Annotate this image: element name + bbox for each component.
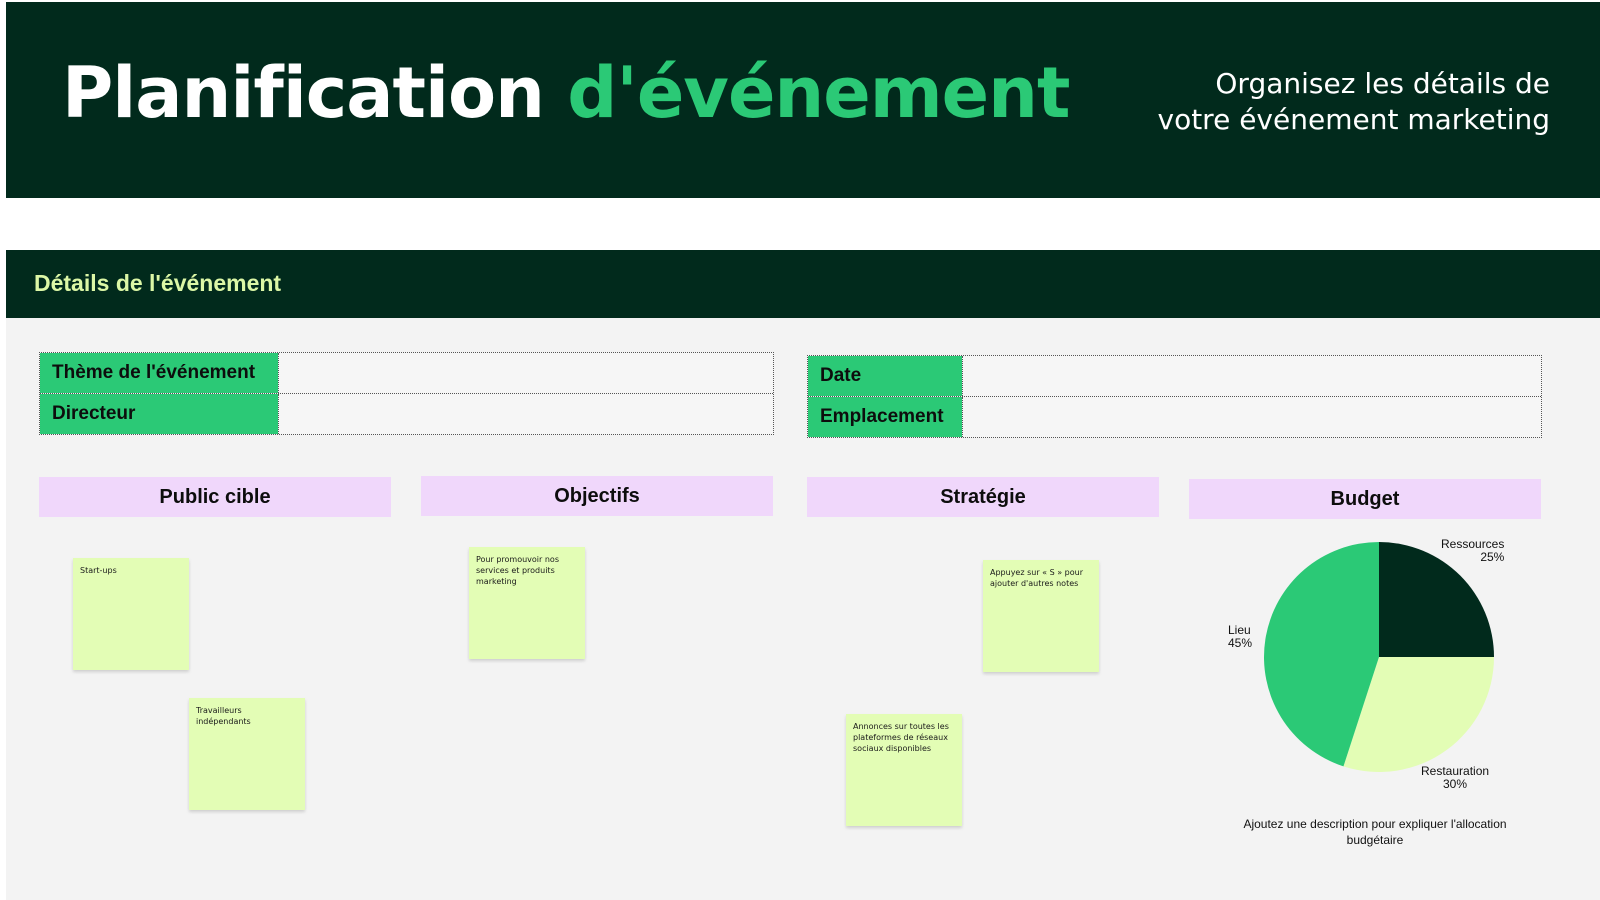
sticky-note-startups[interactable]: Start-ups [73,558,189,670]
title-main: Planification [62,52,545,134]
sticky-note-add-hint[interactable]: Appuyez sur « S » pour ajouter d'autres … [983,560,1099,672]
sticky-note-freelancers[interactable]: Travailleurs indépendants [189,698,305,810]
date-field[interactable] [962,356,1541,396]
pie-label-resources: Ressources 25% [1441,538,1504,564]
pie-label-catering-value: 30% [1443,777,1468,791]
subtitle-line-2: votre événement marketing [1157,103,1551,136]
info-table-right: Date Emplacement [807,355,1542,438]
budget-pie-chart [1247,535,1511,799]
column-header-strategy: Stratégie [807,477,1159,517]
info-table-left: Thème de l'événement Directeur [39,352,774,435]
page-header: Planification d'événement Organisez les … [6,2,1600,198]
column-header-objectives: Objectifs [421,476,773,516]
page-title: Planification d'événement [62,58,1070,128]
location-label: Emplacement [808,397,962,437]
page-subtitle: Organisez les détails de votre événement… [1090,66,1551,138]
info-row-location: Emplacement [808,396,1541,437]
section-header: Détails de l'événement [6,250,1600,318]
info-row-theme: Thème de l'événement [40,353,773,393]
pie-label-catering: Restauration 30% [1421,765,1489,791]
column-header-audience: Public cible [39,477,391,517]
theme-label: Thème de l'événement [40,353,278,393]
date-label: Date [808,356,962,396]
theme-field[interactable] [278,353,773,393]
section-title: Détails de l'événement [34,270,282,296]
info-row-date: Date [808,356,1541,396]
column-header-budget: Budget [1189,479,1541,519]
director-field[interactable] [278,394,773,434]
location-field[interactable] [962,397,1541,437]
info-row-director: Directeur [40,393,773,434]
subtitle-line-1: Organisez les détails de [1215,67,1550,100]
title-accent: d'événement [567,52,1070,134]
pie-label-venue-value: 45% [1228,636,1253,650]
sticky-note-objective[interactable]: Pour promouvoir nos services et produits… [469,547,585,659]
pie-label-resources-value: 25% [1480,550,1505,564]
pie-label-venue: Lieu 45% [1228,624,1252,650]
sticky-note-social-ads[interactable]: Annonces sur toutes les plateformes de r… [846,714,962,826]
director-label: Directeur [40,394,278,434]
budget-description[interactable]: Ajoutez une description pour expliquer l… [1240,816,1510,848]
budget-pie-svg [1264,542,1494,772]
